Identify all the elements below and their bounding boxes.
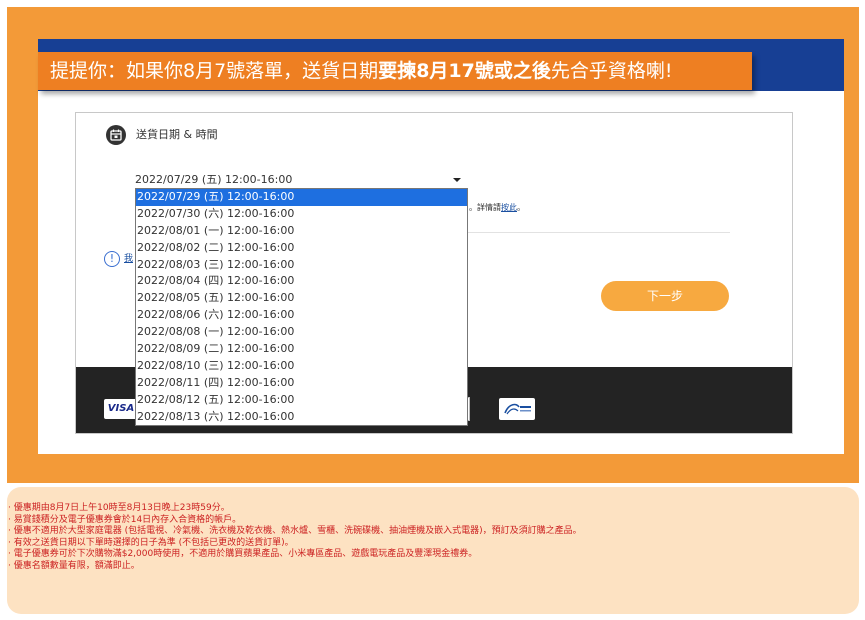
next-step-button[interactable]: 下一步 (601, 281, 729, 311)
terms-line: · 優惠不適用於大型家庭電器 (包括電視、冷氣機、洗衣機及乾衣機、熱水爐、雪櫃、… (8, 526, 582, 537)
info-link[interactable]: 我 (124, 251, 133, 264)
date-option[interactable]: 2022/07/29 (五) 12:00-16:00 (136, 189, 467, 206)
date-option[interactable]: 2022/08/06 (六) 12:00-16:00 (136, 307, 467, 324)
selected-date-value: 2022/07/29 (五) 12:00-16:00 (135, 173, 293, 186)
date-option[interactable]: 2022/08/03 (三) 12:00-16:00 (136, 257, 467, 274)
terms-line: · 電子優惠券可於下次購物滿$2,000時使用，不適用於購買蘋果產品、小米專區產… (8, 549, 478, 560)
date-option[interactable]: 2022/08/02 (二) 12:00-16:00 (136, 240, 467, 257)
delivery-date-select[interactable]: 2022/07/29 (五) 12:00-16:00 (135, 170, 467, 190)
promo-screenshot: 提提你：如果你8月7號落單，送貨日期要揀8月17號或之後先合乎資格喇! 送貨日期… (0, 0, 865, 620)
visa-logo: VISA (104, 399, 138, 419)
date-option[interactable]: 2022/08/12 (五) 12:00-16:00 (136, 392, 467, 409)
delivery-date-dropdown[interactable]: 2022/07/29 (五) 12:00-16:00 2022/07/30 (六)… (135, 188, 468, 426)
note-prefix: 。詳情請 (469, 203, 501, 212)
date-option[interactable]: 2022/08/04 (四) 12:00-16:00 (136, 273, 467, 290)
terms-panel: · 優惠期由8月7日上午10時至8月13日晚上23時59分。 · 易賞錢積分及電子… (7, 487, 859, 614)
date-option[interactable]: 2022/08/09 (二) 12:00-16:00 (136, 341, 467, 358)
terms-line: · 有效之送貨日期以下單時選擇的日子為準 (不包括已更改的送貨訂單)。 (8, 537, 294, 548)
date-option[interactable]: 2022/07/30 (六) 12:00-16:00 (136, 206, 467, 223)
chevron-down-icon (453, 178, 461, 182)
banner-prefix: 提提你：如果你8月7號落單，送貨日期 (50, 60, 379, 82)
date-option[interactable]: 2022/08/11 (四) 12:00-16:00 (136, 375, 467, 392)
banner-suffix: 先合乎資格喇! (550, 60, 673, 82)
calendar-icon (106, 125, 126, 145)
banner-bold-text: 要揀8月17號或之後 (378, 60, 551, 82)
date-option[interactable]: 2022/08/10 (三) 12:00-16:00 (136, 358, 467, 375)
date-option[interactable]: 2022/08/01 (一) 12:00-16:00 (136, 223, 467, 240)
date-options-list: 2022/07/29 (五) 12:00-16:00 2022/07/30 (六)… (136, 189, 467, 425)
info-icon: ! (104, 251, 120, 267)
reminder-banner: 提提你：如果你8月7號落單，送貨日期要揀8月17號或之後先合乎資格喇! (38, 52, 752, 90)
terms-line: · 優惠名額數量有限，額滿即止。 (8, 560, 140, 571)
date-option[interactable]: 2022/08/05 (五) 12:00-16:00 (136, 290, 467, 307)
delivery-section-title: 送貨日期 & 時間 (136, 128, 218, 141)
terms-line: · 易賞錢積分及電子優惠券會於14日內存入合資格的帳戶。 (8, 514, 242, 525)
details-link[interactable]: 按此 (501, 203, 517, 212)
date-option[interactable]: 2022/08/08 (一) 12:00-16:00 (136, 324, 467, 341)
note-suffix: 。 (517, 203, 525, 212)
terms-line: · 優惠期由8月7日上午10時至8月13日晚上23時59分。 (8, 503, 230, 513)
date-option[interactable]: 2022/08/13 (六) 12:00-16:00 (136, 409, 467, 425)
terms-list: · 優惠期由8月7日上午10時至8月13日晚上23時59分。 · 易賞錢積分及電子… (8, 503, 859, 573)
delivery-note: 。詳情請按此。 (469, 202, 525, 213)
octopus-logo (499, 398, 535, 420)
